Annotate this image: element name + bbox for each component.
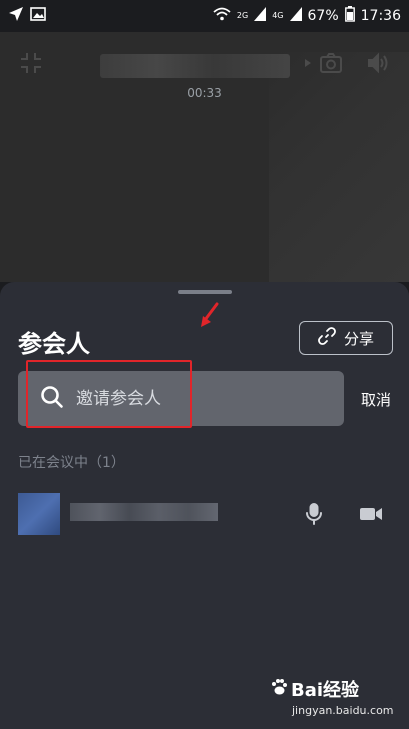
share-button[interactable]: 分享 bbox=[299, 321, 393, 355]
status-bar: 2G 4G 67% 17:36 bbox=[0, 0, 409, 32]
watermark-brand-row: Bai经验 bbox=[270, 676, 400, 702]
chevron-right-icon[interactable] bbox=[303, 52, 313, 74]
meeting-top-bar: 00:33 bbox=[0, 46, 409, 100]
paw-logo-icon bbox=[270, 678, 288, 701]
watermark-url: jingyan.baidu.com bbox=[292, 704, 394, 717]
signal-icon bbox=[254, 7, 267, 25]
signal-icon-2 bbox=[289, 7, 302, 25]
participant-row[interactable] bbox=[0, 487, 409, 541]
in-meeting-section-label: 已在会议中（1） bbox=[18, 455, 125, 471]
watermark-brand: Bai经验 bbox=[291, 680, 360, 701]
video-camera-icon[interactable] bbox=[359, 502, 383, 526]
meeting-title-blurred[interactable] bbox=[100, 54, 290, 78]
annotation-highlight-box bbox=[26, 360, 192, 428]
network-2g-label: 2G bbox=[236, 11, 249, 20]
link-icon bbox=[318, 327, 336, 349]
battery-percent: 67% bbox=[307, 8, 339, 24]
sheet-title: 参会人 bbox=[18, 330, 90, 358]
microphone-icon[interactable] bbox=[302, 502, 326, 526]
video-area: 00:33 bbox=[0, 32, 409, 282]
switch-camera-icon[interactable] bbox=[320, 52, 342, 74]
speaker-icon[interactable] bbox=[367, 52, 389, 74]
share-label: 分享 bbox=[343, 329, 374, 348]
baidu-jingyan-watermark: Bai经验 jingyan.baidu.com bbox=[270, 676, 400, 722]
participant-name-blurred bbox=[70, 503, 218, 521]
sheet-drag-handle[interactable] bbox=[178, 290, 232, 294]
wifi-icon bbox=[213, 7, 231, 25]
send-icon bbox=[8, 6, 24, 26]
status-right: 2G 4G 67% 17:36 bbox=[213, 6, 401, 26]
annotation-arrow-icon bbox=[201, 302, 219, 327]
participants-sheet: 参会人 分享 取消 已在会议中（1） bbox=[0, 282, 409, 729]
cancel-button[interactable]: 取消 bbox=[361, 389, 391, 410]
battery-icon bbox=[344, 6, 355, 26]
network-4g-label: 4G bbox=[272, 11, 284, 20]
meeting-elapsed-time: 00:33 bbox=[187, 86, 222, 100]
status-left bbox=[8, 6, 46, 26]
shrink-icon[interactable] bbox=[20, 52, 42, 74]
clock: 17:36 bbox=[360, 8, 401, 24]
image-icon bbox=[30, 7, 46, 25]
avatar bbox=[18, 493, 60, 535]
